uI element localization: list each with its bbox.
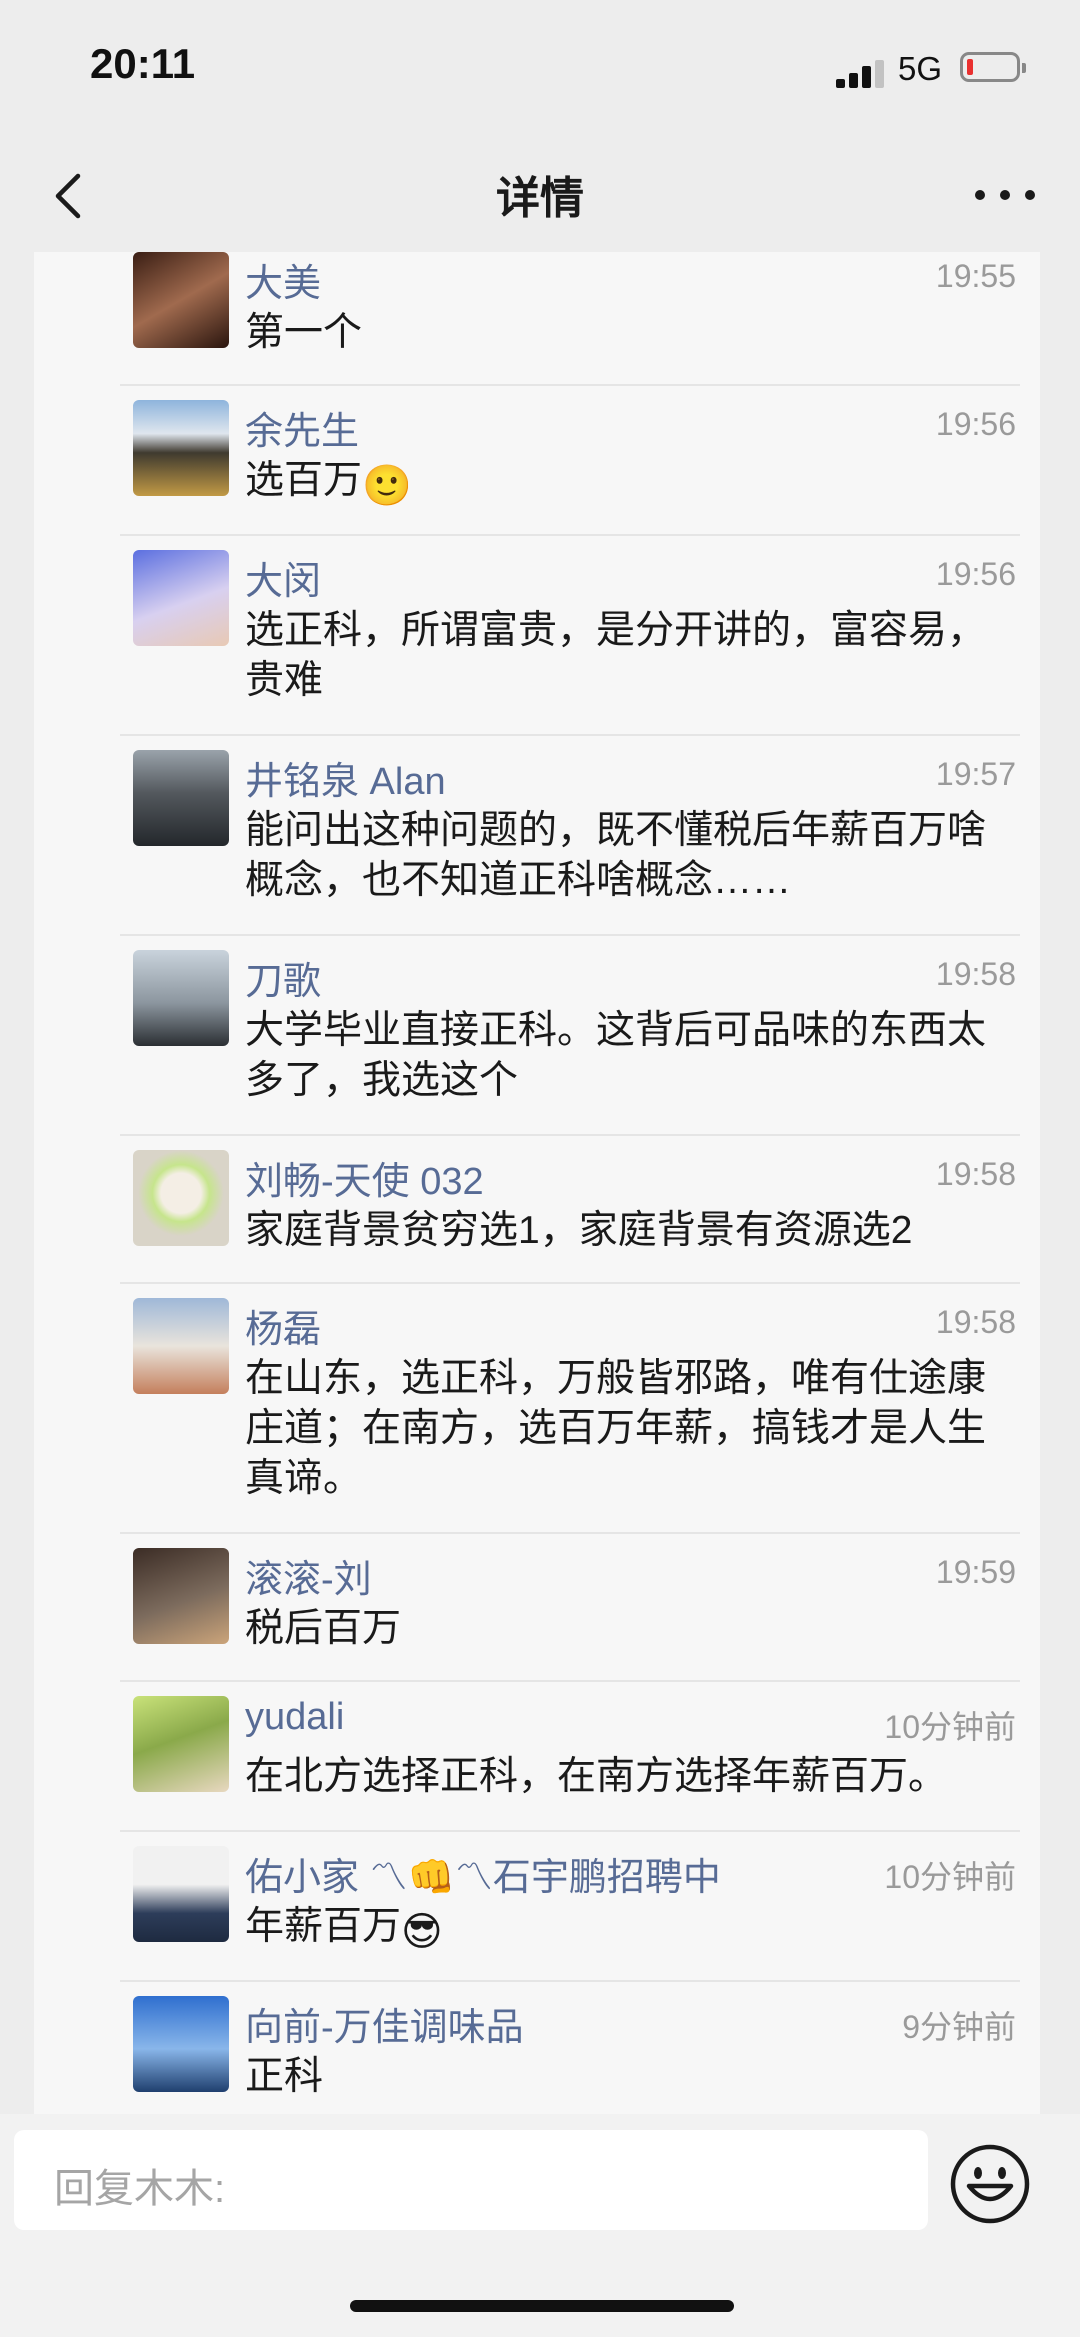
divider: [120, 1134, 1020, 1136]
commenter-name[interactable]: 向前-万佳调味品: [245, 1996, 524, 2051]
divider: [120, 1830, 1020, 1832]
comment-time: 19:56: [935, 556, 1016, 592]
comment-list[interactable]: 大美 19:55 第一个 余先生 19:56 选百万🙂 大闵 19:56 选正科…: [34, 252, 1040, 2114]
commenter-name[interactable]: 滚滚-刘: [245, 1548, 372, 1603]
avatar[interactable]: [133, 750, 229, 846]
comment-time: 19:58: [935, 1304, 1016, 1340]
comment-text: 能问出这种问题的，既不懂税后年薪百万啥概念，也不知道正科啥概念……: [245, 809, 987, 902]
smile-emoji-icon: 🙂: [362, 464, 412, 508]
commenter-name[interactable]: 余先生: [245, 400, 359, 455]
signal-icon: [836, 60, 888, 88]
divider: [120, 384, 1020, 386]
comment-text: 年薪百万😎: [245, 1902, 1015, 1952]
divider: [120, 1680, 1020, 1682]
comment-time: 19:55: [935, 258, 1016, 294]
comment-text: 在北方选择正科，在南方选择年薪百万。: [245, 1755, 948, 1798]
page-title: 详情: [496, 174, 584, 223]
avatar[interactable]: [133, 252, 229, 348]
divider: [120, 934, 1020, 936]
avatar[interactable]: [133, 400, 229, 496]
comment-text: 大学毕业直接正科。这背后可品味的东西太多了，我选这个: [245, 1009, 987, 1102]
comment-time: 19:57: [935, 756, 1016, 792]
comment-time: 9分钟前: [902, 2009, 1016, 2045]
avatar[interactable]: [133, 1696, 229, 1792]
avatar[interactable]: [133, 1298, 229, 1394]
comment-time: 19:56: [935, 406, 1016, 442]
avatar[interactable]: [133, 1548, 229, 1644]
commenter-name[interactable]: 大美: [245, 252, 321, 307]
divider: [120, 1532, 1020, 1534]
commenter-name[interactable]: 杨磊: [245, 1298, 321, 1353]
comment-text-value: 年薪百万: [245, 1905, 402, 1948]
comment-text: 第一个: [245, 311, 363, 354]
comment-text: 选百万🙂: [245, 456, 1015, 506]
commenter-name[interactable]: 佑小家 〽👊〽石宇鹏招聘中: [245, 1846, 721, 1901]
avatar[interactable]: [133, 950, 229, 1046]
nav-bar: 详情: [0, 140, 1080, 252]
comment-text-value: 选百万: [245, 459, 363, 502]
reply-input[interactable]: 回复木木:: [14, 2130, 928, 2230]
divider: [120, 734, 1020, 736]
comment-text: 税后百万: [245, 1607, 402, 1650]
commenter-name[interactable]: 大闵: [245, 550, 321, 605]
divider: [120, 1282, 1020, 1284]
avatar[interactable]: [133, 1996, 229, 2092]
comment-text: 家庭背景贫穷选1，家庭背景有资源选2: [245, 1209, 913, 1252]
comment-time: 10分钟前: [884, 1859, 1016, 1895]
divider: [120, 534, 1020, 536]
sunglasses-emoji-icon: 😎: [401, 1910, 443, 1954]
reply-placeholder: 回复木木:: [54, 2167, 226, 2211]
more-icon[interactable]: [970, 180, 1040, 210]
comment-text: 正科: [245, 2055, 324, 2098]
divider: [120, 1980, 1020, 1982]
commenter-name[interactable]: 刀歌: [245, 950, 321, 1005]
emoji-icon[interactable]: [948, 2142, 1032, 2226]
comment-time: 19:58: [935, 956, 1016, 992]
status-bar: 20:11 5G: [0, 0, 1080, 140]
network-label: 5G: [898, 50, 943, 87]
commenter-name[interactable]: 刘畅-天使 032: [245, 1150, 484, 1205]
comment-text: 在山东，选正科，万般皆邪路，唯有仕途康庄道；在南方，选百万年薪，搞钱才是人生真谛…: [245, 1357, 987, 1500]
commenter-name[interactable]: yudali: [245, 1696, 344, 1739]
home-indicator: [350, 2300, 734, 2312]
battery-icon: [960, 52, 1026, 82]
avatar[interactable]: [133, 1846, 229, 1942]
comment-text: 选正科，所谓富贵，是分开讲的，富容易，贵难: [245, 609, 987, 702]
comment-time: 19:58: [935, 1156, 1016, 1192]
avatar[interactable]: [133, 550, 229, 646]
comment-time: 10分钟前: [884, 1709, 1016, 1745]
reply-bar: 回复木木:: [0, 2114, 1080, 2337]
commenter-name[interactable]: 井铭泉 Alan: [245, 750, 446, 805]
avatar[interactable]: [133, 1150, 229, 1246]
comment-time: 19:59: [935, 1554, 1016, 1590]
status-time: 20:11: [90, 40, 196, 87]
